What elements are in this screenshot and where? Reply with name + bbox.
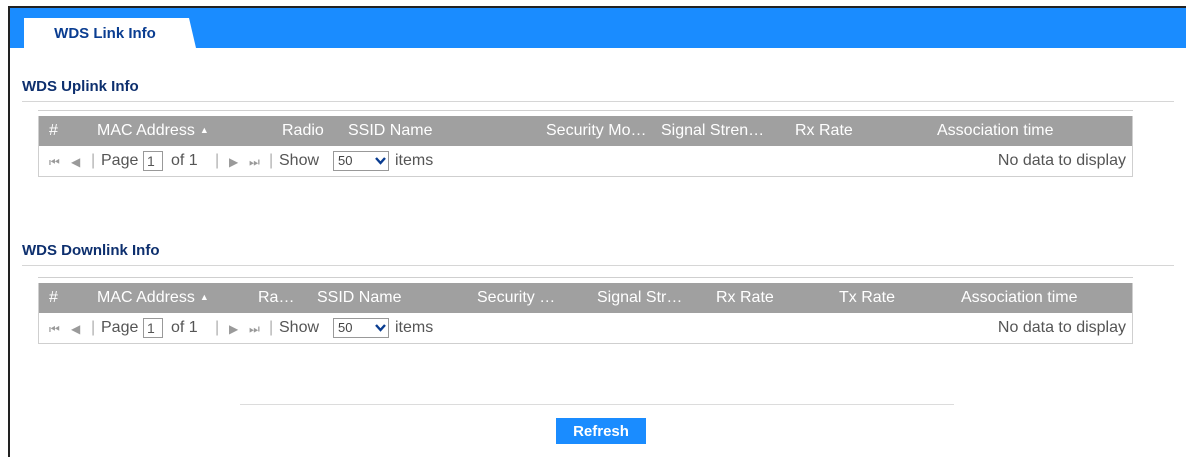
- last-page-icon[interactable]: ⏭: [249, 322, 260, 337]
- page-size-select[interactable]: 50: [333, 318, 389, 338]
- refresh-button[interactable]: Refresh: [556, 418, 646, 444]
- pager-separator: |: [269, 152, 274, 169]
- pager-separator: |: [91, 319, 96, 336]
- downlink-col-security[interactable]: Security …: [477, 289, 577, 307]
- uplink-col-ssid[interactable]: SSID Name: [348, 122, 432, 140]
- page-size-value: 50: [338, 320, 353, 335]
- main-panel: WDS Link Info: [8, 6, 1186, 457]
- downlink-grid-top-rule: [38, 277, 1133, 278]
- no-data-message: No data to display: [997, 319, 1126, 336]
- page-label: Page: [101, 152, 139, 169]
- last-page-icon[interactable]: ⏭: [249, 155, 260, 170]
- tab-bar: WDS Link Info: [10, 8, 1186, 48]
- sort-ascending-icon: ▲: [199, 125, 209, 135]
- prev-page-icon[interactable]: ◀: [71, 322, 80, 336]
- next-page-icon[interactable]: ▶: [229, 322, 238, 336]
- items-label: items: [395, 152, 434, 169]
- show-label: Show: [279, 152, 320, 169]
- uplink-col-rx-rate[interactable]: Rx Rate: [795, 122, 853, 140]
- footer-divider: [240, 404, 954, 405]
- downlink-col-tx-rate[interactable]: Tx Rate: [839, 289, 895, 307]
- page-of-label: of 1: [171, 319, 198, 336]
- items-label: items: [395, 319, 434, 336]
- page-number-input[interactable]: [143, 151, 163, 171]
- uplink-col-mac-label: MAC Address: [97, 122, 195, 139]
- uplink-col-mac[interactable]: MAC Address ▲: [97, 122, 209, 140]
- page-of-label: of 1: [171, 152, 198, 169]
- downlink-col-radio[interactable]: Ra…: [258, 289, 294, 307]
- downlink-grid: # MAC Address ▲ Ra… SSID Name Security … …: [38, 283, 1133, 344]
- downlink-col-signal[interactable]: Signal Str…: [597, 289, 707, 307]
- pager-separator: |: [269, 319, 274, 336]
- chevron-down-icon: [372, 152, 388, 170]
- page-size-select[interactable]: 50: [333, 151, 389, 171]
- uplink-col-signal[interactable]: Signal Stren…: [661, 122, 789, 140]
- pager-separator: |: [215, 319, 220, 336]
- next-page-icon[interactable]: ▶: [229, 155, 238, 169]
- downlink-section-divider: [22, 265, 1174, 266]
- chevron-down-icon: [372, 319, 388, 337]
- pager-separator: |: [91, 152, 96, 169]
- uplink-col-index[interactable]: #: [49, 122, 58, 140]
- downlink-col-association-time[interactable]: Association time: [961, 289, 1078, 307]
- downlink-section-title: WDS Downlink Info: [22, 242, 160, 259]
- tab-label: WDS Link Info: [54, 24, 156, 42]
- pager-separator: |: [215, 152, 220, 169]
- downlink-col-mac-label: MAC Address: [97, 289, 195, 306]
- uplink-grid-top-rule: [38, 110, 1133, 111]
- first-page-icon[interactable]: ⏮: [49, 322, 60, 337]
- downlink-col-mac[interactable]: MAC Address ▲: [97, 289, 209, 307]
- uplink-col-radio[interactable]: Radio: [282, 122, 324, 140]
- prev-page-icon[interactable]: ◀: [71, 155, 80, 169]
- uplink-pager: ⏮ ◀ | Page of 1 | ▶ ⏭ | Show 50 items No…: [39, 146, 1132, 176]
- uplink-col-security[interactable]: Security Mo…: [546, 122, 654, 140]
- downlink-pager: ⏮ ◀ | Page of 1 | ▶ ⏭ | Show 50 items No…: [39, 313, 1132, 343]
- tab-wds-link-info[interactable]: WDS Link Info: [24, 18, 196, 48]
- first-page-icon[interactable]: ⏮: [49, 155, 60, 170]
- downlink-grid-header: # MAC Address ▲ Ra… SSID Name Security … …: [39, 283, 1132, 313]
- uplink-grid: # MAC Address ▲ Radio SSID Name Security …: [38, 116, 1133, 177]
- uplink-section-title: WDS Uplink Info: [22, 78, 139, 95]
- page-number-input[interactable]: [143, 318, 163, 338]
- uplink-section-divider: [22, 101, 1174, 102]
- sort-ascending-icon: ▲: [199, 292, 209, 302]
- show-label: Show: [279, 319, 320, 336]
- uplink-grid-header: # MAC Address ▲ Radio SSID Name Security …: [39, 116, 1132, 146]
- no-data-message: No data to display: [997, 152, 1126, 169]
- uplink-col-association-time[interactable]: Association time: [937, 122, 1054, 140]
- downlink-col-rx-rate[interactable]: Rx Rate: [716, 289, 774, 307]
- downlink-col-ssid[interactable]: SSID Name: [317, 289, 401, 307]
- page-size-value: 50: [338, 153, 353, 168]
- downlink-col-index[interactable]: #: [49, 289, 58, 307]
- page-label: Page: [101, 319, 139, 336]
